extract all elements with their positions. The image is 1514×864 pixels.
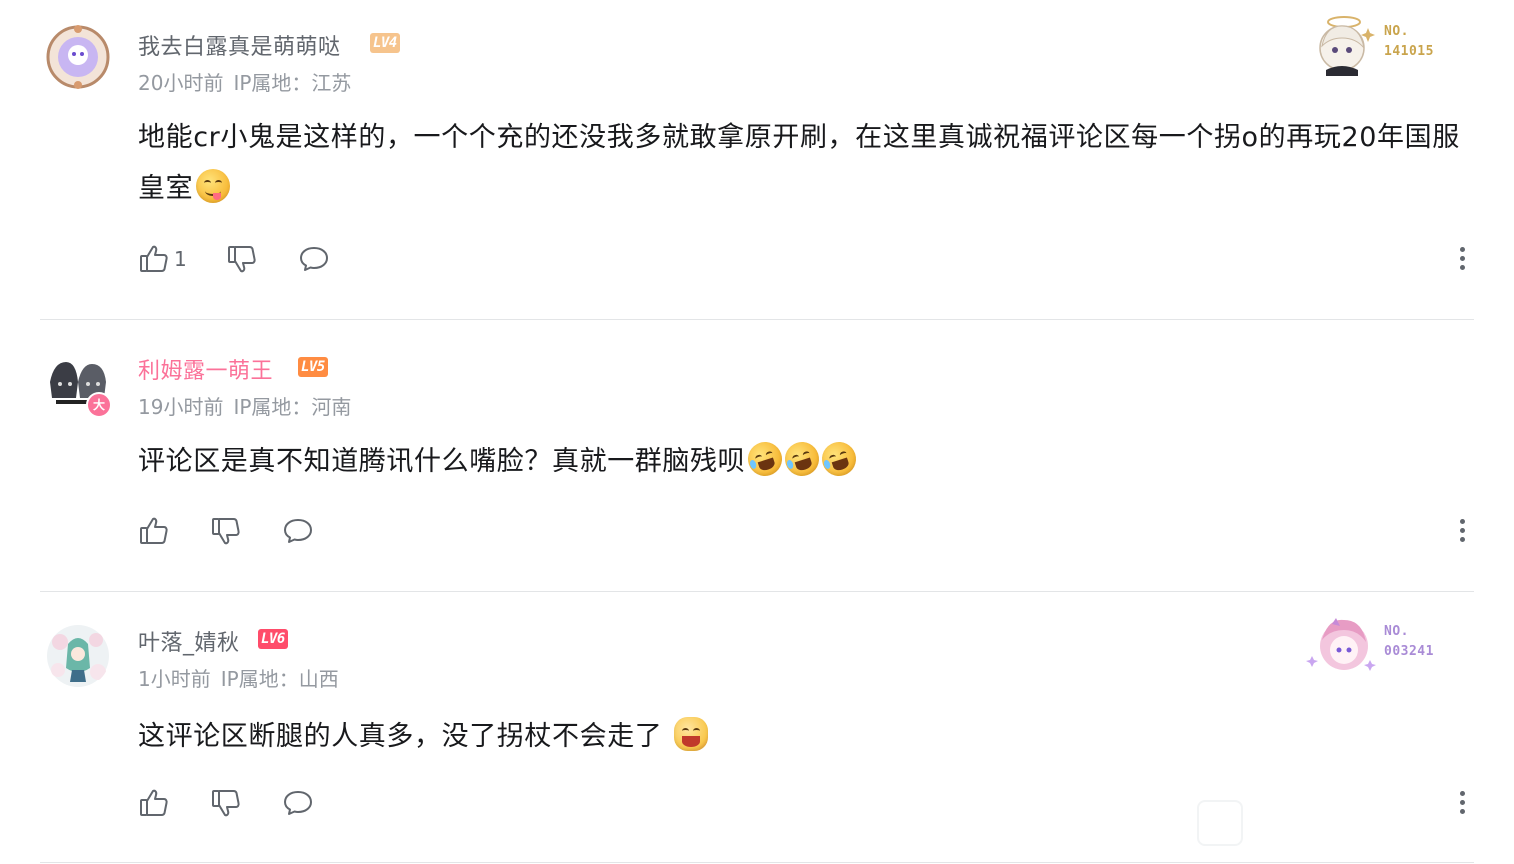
comment-text: 这评论区断腿的人真多，没了拐杖不会走了 <box>138 721 663 752</box>
thumbs-down-icon <box>212 790 240 817</box>
ip-location: 山西 <box>298 667 339 691</box>
like-count: 1 <box>174 247 187 271</box>
username[interactable]: 我去白露真是萌萌哒 <box>138 29 341 61</box>
fan-card-badge[interactable]: NO. 003241 <box>1306 610 1446 686</box>
like-button[interactable]: 1 <box>138 242 187 276</box>
username[interactable]: 叶落_婧秋 <box>138 625 240 657</box>
level-badge: LV4 <box>370 33 400 53</box>
like-button[interactable] <box>138 514 174 548</box>
avatar[interactable]: 大 <box>46 352 112 418</box>
fan-card-badge[interactable]: NO. 141015 <box>1306 10 1446 86</box>
level-badge: LV5 <box>298 357 328 377</box>
ip-label: IP属地： <box>233 395 312 419</box>
paimon-card-icon <box>1319 16 1375 76</box>
comment-meta: 20小时前 IP属地：江苏 <box>138 67 361 96</box>
rolling-laugh-emoji <box>743 437 787 481</box>
ip-location: 河南 <box>311 395 352 419</box>
anime-girl-card-icon <box>1306 618 1376 671</box>
comment-content: 评论区是真不知道腾讯什么嘴脸？真就一群脑残呗 <box>138 436 1468 487</box>
username[interactable]: 利姆露一萌王 <box>138 353 273 385</box>
divider <box>40 591 1474 592</box>
rolling-laugh-emoji <box>780 437 824 481</box>
avatar[interactable] <box>46 25 110 89</box>
timestamp: 19小时前 <box>138 395 224 419</box>
like-button[interactable] <box>138 786 174 820</box>
ip-label: IP属地： <box>233 71 312 95</box>
dislike-button[interactable] <box>210 514 242 548</box>
smile-tongue-emoji <box>196 169 231 203</box>
dislike-button[interactable] <box>226 242 258 276</box>
timestamp: 20小时前 <box>138 71 224 95</box>
comment-meta: 1小时前 IP属地：山西 <box>138 663 349 692</box>
reply-button[interactable] <box>298 242 330 276</box>
thumbs-down-icon <box>212 518 240 545</box>
chat-bubble-icon <box>284 791 312 815</box>
comment-text: 评论区是真不知道腾讯什么嘴脸？真就一群脑残呗 <box>138 446 746 477</box>
level-badge: LV6 <box>258 629 288 649</box>
rolling-laugh-emoji <box>817 437 861 481</box>
reply-button[interactable] <box>282 514 314 548</box>
ip-location: 江苏 <box>311 71 352 95</box>
thumbs-down-icon <box>228 246 256 273</box>
thumbs-up-icon <box>140 245 168 272</box>
divider <box>40 319 1474 320</box>
chat-bubble-icon <box>300 247 328 271</box>
comment-content: 这评论区断腿的人真多，没了拐杖不会走了 <box>138 711 1468 762</box>
divider <box>40 862 1474 863</box>
thumbs-up-icon <box>140 789 168 816</box>
chat-bubble-icon <box>284 519 312 543</box>
timestamp: 1小时前 <box>138 667 211 691</box>
comment-meta: 19小时前 IP属地：河南 <box>138 391 361 420</box>
grin-blush-emoji <box>674 717 709 751</box>
reply-button[interactable] <box>282 786 314 820</box>
fan-card-number: NO. 003241 <box>1384 624 1434 659</box>
comment-content: 地能cr小鬼是这样的，一个个充的还没我多就敢拿原开刷，在这里真诚祝福评论区每一个… <box>138 112 1468 214</box>
comment-text: 地能cr小鬼是这样的，一个个充的还没我多就敢拿原开刷，在这里真诚祝福评论区每一个… <box>138 122 1460 204</box>
ip-label: IP属地： <box>220 667 299 691</box>
watermark-logo <box>1197 800 1243 846</box>
more-options-button[interactable] <box>1452 242 1472 276</box>
more-options-button[interactable] <box>1452 514 1472 548</box>
avatar[interactable] <box>46 624 110 688</box>
thumbs-up-icon <box>140 517 168 544</box>
fan-card-number: NO. 141015 <box>1384 24 1434 59</box>
comment-list: 我去白露真是萌萌哒 LV4 20小时前 IP属地：江苏 地能cr小鬼是这样的，一个… <box>0 0 1514 864</box>
more-options-button[interactable] <box>1452 786 1472 820</box>
dislike-button[interactable] <box>210 786 242 820</box>
official-badge: 大 <box>86 392 112 418</box>
